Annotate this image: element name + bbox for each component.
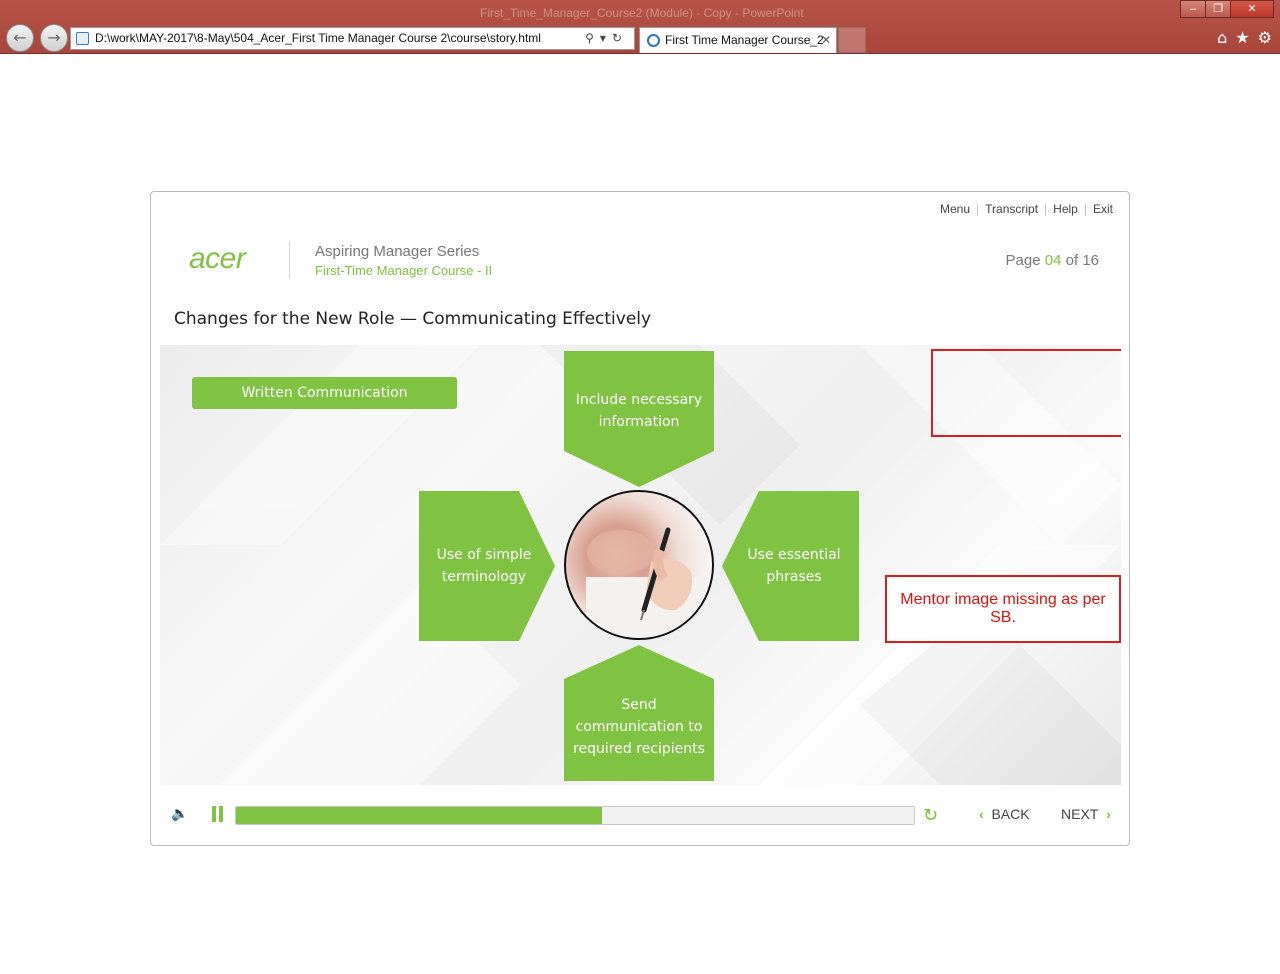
browser-tab-icon [647, 34, 660, 47]
volume-icon[interactable]: 🔈 [171, 806, 188, 822]
next-button[interactable]: NEXT › [1061, 806, 1111, 822]
page-prefix: Page [1005, 252, 1041, 269]
favorites-star-icon[interactable]: ★ [1235, 28, 1249, 47]
writing-hand-photo [564, 490, 714, 640]
window-title: First_Time_Manager_Course2 (Module) - Co… [480, 6, 804, 20]
arrow-top-text: Include necessary information [575, 392, 703, 430]
help-link[interactable]: Help [1053, 202, 1078, 216]
progress-bar[interactable] [235, 806, 915, 825]
browser-chrome: First_Time_Manager_Course2 (Module) - Co… [0, 0, 1280, 54]
course-player: Menu | Transcript | Help | Exit acer Aspiri… [150, 191, 1130, 846]
tab-title: First Time Manager Course_2 [665, 33, 824, 47]
player-top-nav: Menu | Transcript | Help | Exit [939, 202, 1113, 216]
series-title: Aspiring Manager Series [315, 243, 480, 260]
replay-icon[interactable]: ↻ [923, 805, 938, 826]
acer-logo: acer [189, 242, 246, 275]
refresh-icon[interactable]: ↻ [612, 31, 628, 45]
page-current: 04 [1044, 252, 1062, 269]
arrow-right-text: Use essential phrases [747, 547, 841, 585]
review-placeholder-box [931, 349, 1121, 437]
dropdown-icon[interactable]: ▾ [600, 31, 612, 45]
window-controls: – ❐ ✕ [1180, 0, 1274, 18]
address-tools: ⚲▾↻ [585, 28, 628, 49]
menu-link[interactable]: Menu [940, 202, 970, 216]
restore-button[interactable]: ❐ [1205, 0, 1231, 18]
exit-link[interactable]: Exit [1093, 202, 1113, 216]
page-counter: Page 04 of 16 [1006, 252, 1099, 269]
browser-tab[interactable]: First Time Manager Course_2 ✕ [639, 27, 837, 53]
close-window-button[interactable]: ✕ [1230, 0, 1274, 18]
back-arrow-icon[interactable]: ← [6, 24, 34, 52]
player-controls: 🔈 ↻ ‹ BACK NEXT › [151, 797, 1131, 833]
home-icon[interactable]: ⌂ [1217, 28, 1227, 47]
toolbar-icons: ⌂ ★ ⚙ [1217, 28, 1272, 47]
pause-icon[interactable] [211, 806, 225, 822]
pen-hand-illustration [586, 527, 706, 637]
slide-title: Changes for the New Role — Communicating… [174, 309, 652, 329]
transcript-link[interactable]: Transcript [985, 202, 1038, 216]
arrow-left-text: Use of simple terminology [436, 547, 532, 585]
review-note: Mentor image missing as per SB. [885, 575, 1121, 643]
slide-stage: Written Communication Include necessary … [160, 345, 1121, 785]
course-title: First-Time Manager Course - II [315, 263, 493, 278]
new-tab-button[interactable] [838, 27, 866, 53]
page-total: 16 [1082, 252, 1099, 269]
address-bar[interactable]: D:\work\MAY-2017\8-May\504_Acer_First Ti… [70, 27, 635, 50]
address-text: D:\work\MAY-2017\8-May\504_Acer_First Ti… [95, 31, 541, 45]
minimize-button[interactable]: – [1180, 0, 1206, 18]
page-icon [76, 32, 89, 45]
tab-close-icon[interactable]: ✕ [821, 28, 831, 52]
header-divider [289, 242, 290, 278]
chevron-left-icon: ‹ [979, 806, 984, 822]
settings-gear-icon[interactable]: ⚙ [1258, 28, 1272, 47]
chevron-right-icon: › [1106, 806, 1111, 822]
progress-fill [236, 807, 603, 824]
next-label: NEXT [1061, 806, 1099, 822]
page-of: of [1065, 252, 1079, 269]
search-icon[interactable]: ⚲ [585, 31, 600, 45]
forward-arrow-icon[interactable]: → [40, 24, 68, 52]
arrow-bottom-text: Send communication to required recipient… [573, 697, 705, 757]
back-label: BACK [991, 806, 1030, 822]
written-communication-label: Written Communication [192, 377, 457, 409]
back-button[interactable]: ‹ BACK [979, 806, 1030, 822]
